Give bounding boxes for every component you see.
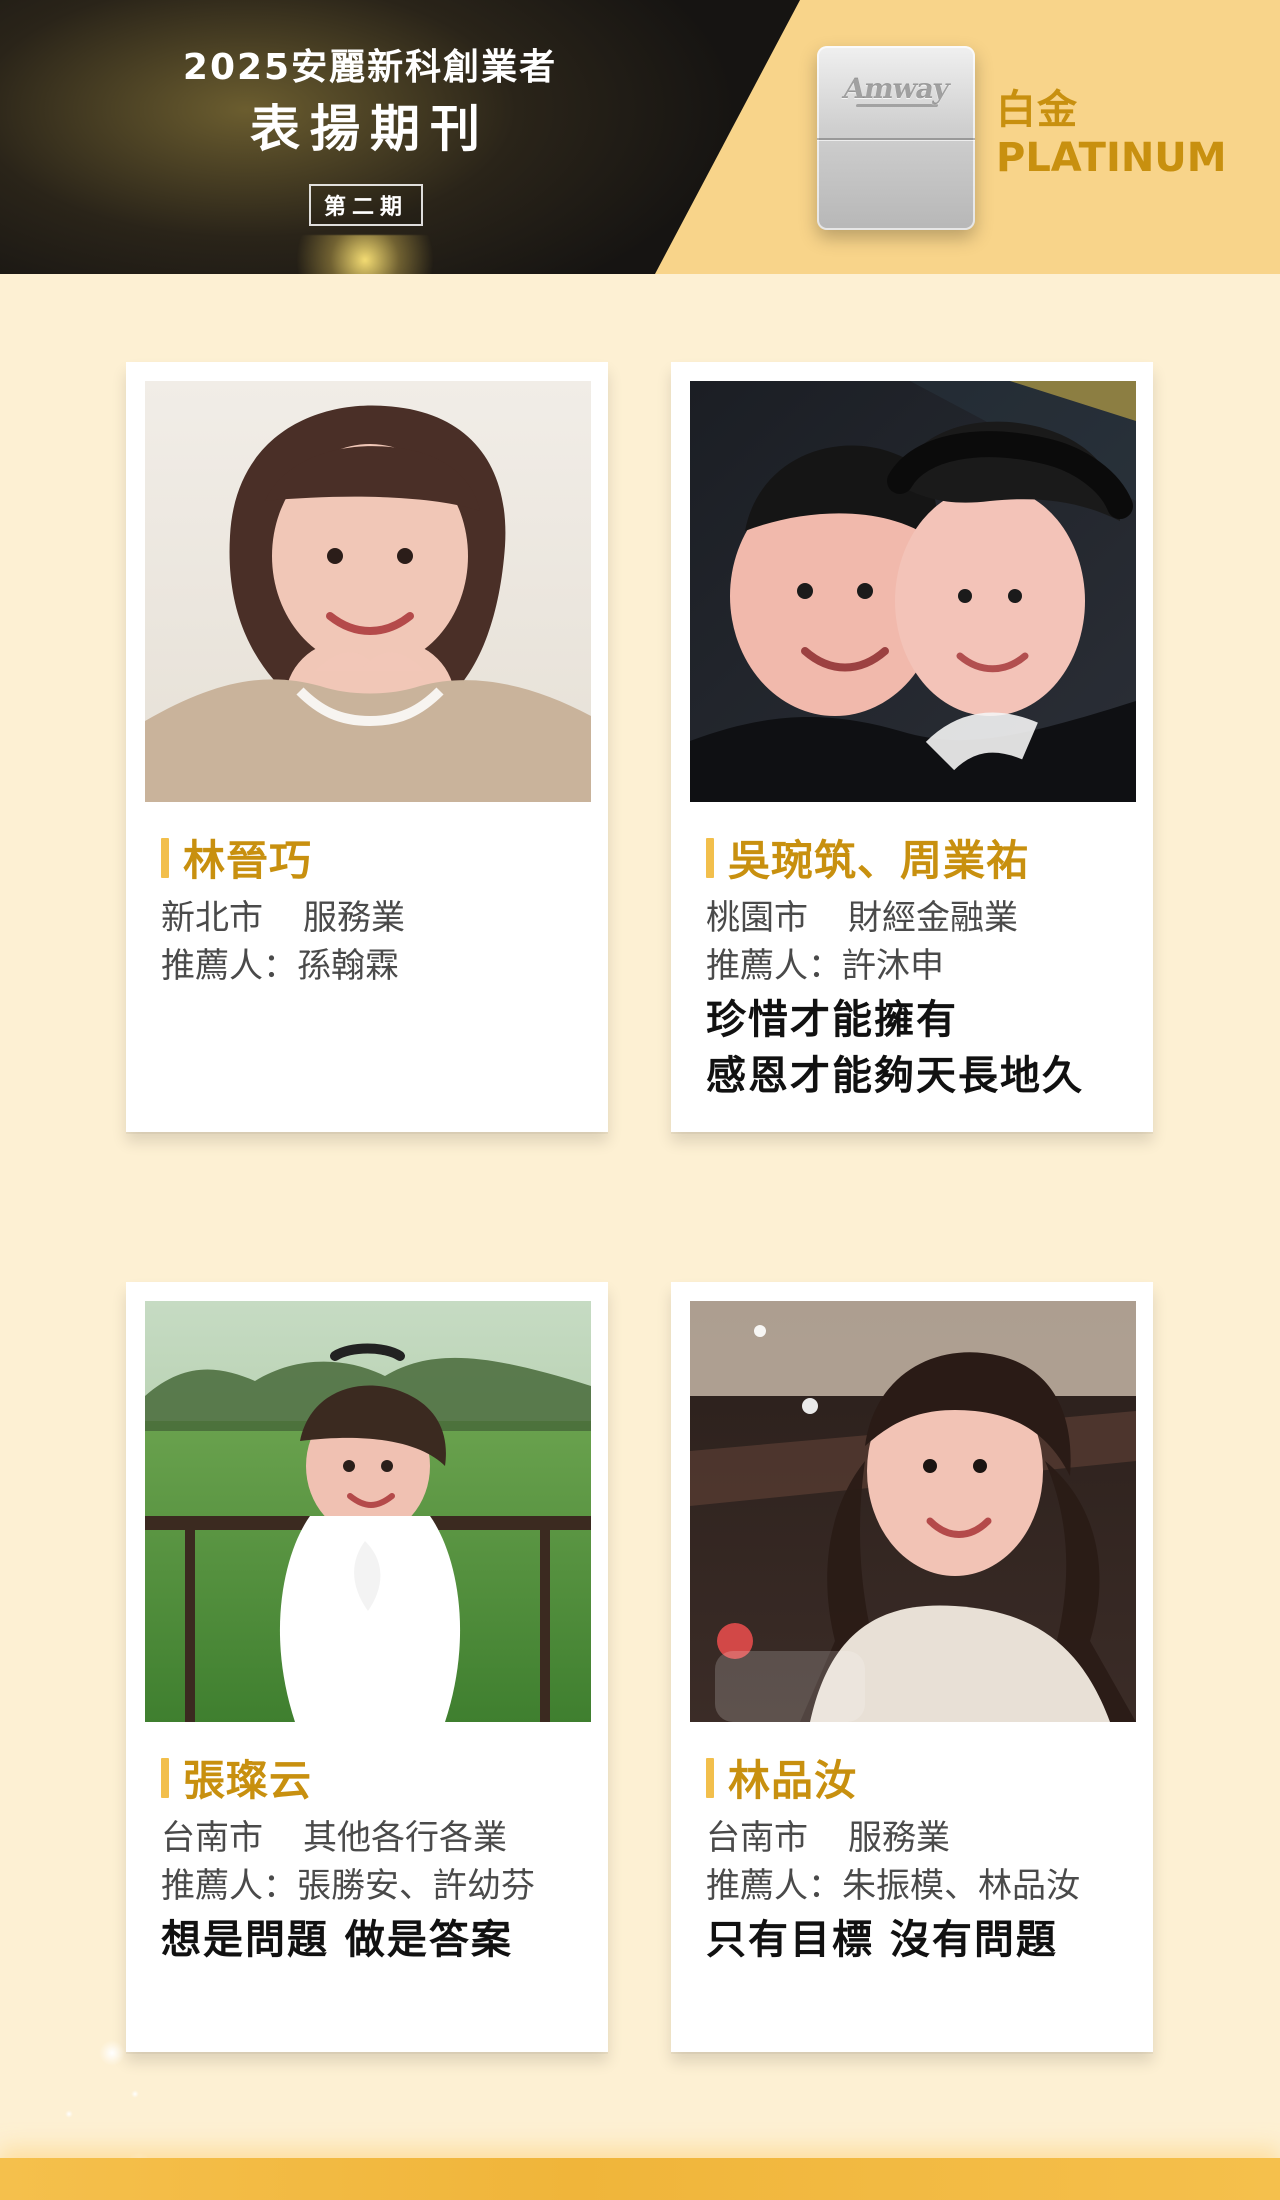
- name-accent-bar: [161, 1757, 169, 1798]
- rank-label-en: PLATINUM: [996, 135, 1227, 181]
- awardee-recommender: 推薦人：孫翰霖: [161, 946, 399, 986]
- awardee-card: 吳琬筑、周業祐 桃園市 財經金融業 推薦人：許沐申 珍惜才能擁有 感恩才能夠天長地…: [671, 362, 1153, 1132]
- awardee-info: 桃園市 財經金融業 推薦人：許沐申: [706, 894, 1133, 990]
- platinum-pin-image: Amway: [817, 46, 975, 230]
- sparkle-decoration: [65, 2110, 73, 2118]
- awardee-info: 台南市 服務業 推薦人：朱振模、林品汝: [706, 1814, 1133, 1910]
- awardee-industry: 服務業: [848, 1818, 950, 1858]
- awardee-info: 台南市 其他各行各業 推薦人：張勝安、許幼芬: [161, 1814, 588, 1910]
- awardee-name-row: 林晉巧: [161, 827, 584, 888]
- awardee-recommender: 推薦人：朱振模、林品汝: [706, 1866, 1080, 1906]
- awardee-recommender: 推薦人：張勝安、許幼芬: [161, 1866, 535, 1906]
- amway-logo: Amway: [832, 72, 960, 105]
- awardee-industry: 其他各行各業: [303, 1818, 507, 1858]
- awardee-city: 台南市: [161, 1818, 263, 1858]
- awardee-industry: 財經金融業: [848, 898, 1018, 938]
- awardee-recommender: 推薦人：許沐申: [706, 946, 944, 986]
- awardee-card: 林品汝 台南市 服務業 推薦人：朱振模、林品汝 只有目標 沒有問題: [671, 1282, 1153, 2052]
- issue-badge: 第二期: [309, 184, 423, 226]
- name-accent-bar: [706, 837, 714, 878]
- awardee-name: 張璨云: [183, 1756, 313, 1805]
- sparkle-decoration: [131, 2090, 139, 2098]
- awardee-name-row: 林品汝: [706, 1747, 1129, 1808]
- awardee-photo: [145, 1301, 591, 1722]
- awardee-location-industry: 台南市 其他各行各業: [161, 1814, 588, 1862]
- name-accent-bar: [706, 1757, 714, 1798]
- awardee-name-row: 張璨云: [161, 1747, 584, 1808]
- rank-label: 白金 PLATINUM: [996, 86, 1227, 182]
- publication-title-line1: 2025安麗新科創業者: [182, 47, 558, 88]
- awardee-photo: [690, 381, 1136, 802]
- awardee-name-row: 吳琬筑、周業祐: [706, 827, 1129, 888]
- awardee-name: 吳琬筑、周業祐: [728, 836, 1030, 885]
- awardee-photo: [690, 1301, 1136, 1722]
- awardee-card: 林晉巧 新北市 服務業 推薦人：孫翰霖: [126, 362, 608, 1132]
- awardee-city: 桃園市: [706, 898, 808, 938]
- awardee-city: 台南市: [706, 1818, 808, 1858]
- footer-band: [0, 2158, 1280, 2200]
- awardee-photo: [145, 381, 591, 802]
- awardee-location-industry: 桃園市 財經金融業: [706, 894, 1133, 942]
- awardee-info: 新北市 服務業 推薦人：孫翰霖: [161, 894, 588, 990]
- awardee-location-industry: 新北市 服務業: [161, 894, 588, 942]
- photo-illustration: [145, 1301, 591, 1722]
- awardee-quote: 珍惜才能擁有 感恩才能夠天長地久: [706, 996, 1084, 1099]
- header-diagonal-highlight: [655, 0, 800, 274]
- photo-illustration: [690, 1301, 1136, 1722]
- awardee-card: 張璨云 台南市 其他各行各業 推薦人：張勝安、許幼芬 想是問題 做是答案: [126, 1282, 608, 2052]
- photo-illustration: [145, 381, 591, 802]
- awardee-quote: 想是問題 做是答案: [161, 1916, 513, 1963]
- photo-illustration: [690, 381, 1136, 802]
- header-dark-panel: 2025安麗新科創業者 表揚期刊 第二期: [0, 0, 800, 274]
- name-accent-bar: [161, 837, 169, 878]
- header-glow: [270, 235, 460, 274]
- awardee-name: 林品汝: [728, 1756, 858, 1805]
- sparkle-decoration: [99, 2040, 125, 2066]
- awardee-name: 林晉巧: [183, 836, 313, 885]
- awardee-city: 新北市: [161, 898, 263, 938]
- header-banner: 2025安麗新科創業者 表揚期刊 第二期 Amway 白金 PLATINUM: [0, 0, 1280, 274]
- publication-title-line2: 表揚期刊: [250, 100, 490, 158]
- awardee-location-industry: 台南市 服務業: [706, 1814, 1133, 1862]
- publication-title: 2025安麗新科創業者 表揚期刊: [85, 40, 655, 160]
- awardee-quote: 只有目標 沒有問題: [706, 1916, 1058, 1963]
- rank-label-cn: 白金: [996, 87, 1078, 133]
- awardee-industry: 服務業: [303, 898, 405, 938]
